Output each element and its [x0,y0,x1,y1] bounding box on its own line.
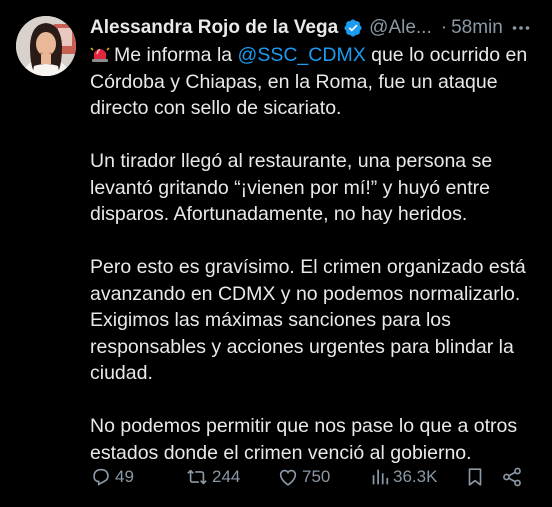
tweet-card[interactable]: Alessandra Rojo de la Vega @Ale... · 58m… [0,0,552,507]
tweet-paragraph-3: Pero esto es gravísimo. El crimen organi… [90,256,526,384]
share-icon [503,467,521,487]
avatar[interactable] [16,16,76,76]
tweet-paragraph-2: Un tirador llegó al restaurante, una per… [90,150,493,225]
repost-count: 244 [212,467,241,486]
share-button[interactable] [501,462,523,492]
tweet-paragraph-4: No podemos permitir que nos pase lo que … [90,415,518,464]
mention-link[interactable]: @SSC_CDMX [238,44,366,66]
repost-button[interactable]: 244 [185,462,240,492]
like-count: 750 [302,467,331,486]
time-separator: · [440,17,448,38]
tweet-time[interactable]: 58min [451,17,503,39]
views-chart-icon [372,469,389,485]
verified-badge-icon [343,18,363,38]
views-button[interactable]: 36.3K [370,462,437,492]
author-handle[interactable]: @Ale... [369,17,432,39]
tweet-actions: 49 244 750 36.3K [90,462,540,492]
reply-icon [93,468,109,486]
like-button[interactable]: 750 [277,462,330,492]
tweet-text: Me informa la @SSC_CDMX que lo ocurrido … [90,42,540,493]
tweet-text-part: Me informa la [114,44,238,66]
tweet-paragraph-1: Me informa la @SSC_CDMX que lo ocurrido … [90,42,540,122]
bookmark-icon [468,468,482,486]
bookmark-button[interactable] [464,462,486,492]
repost-icon [187,469,207,485]
more-options-button[interactable] [507,14,535,42]
heart-icon [279,469,297,486]
author-name[interactable]: Alessandra Rojo de la Vega [90,17,338,39]
reply-button[interactable]: 49 [90,462,134,492]
tweet-header: Alessandra Rojo de la Vega @Ale... · 58m… [90,14,540,42]
siren-emoji-icon [90,44,110,64]
views-count: 36.3K [393,467,438,486]
reply-count: 49 [115,467,134,486]
avatar-image [16,16,76,76]
more-horizontal-icon [512,26,530,30]
